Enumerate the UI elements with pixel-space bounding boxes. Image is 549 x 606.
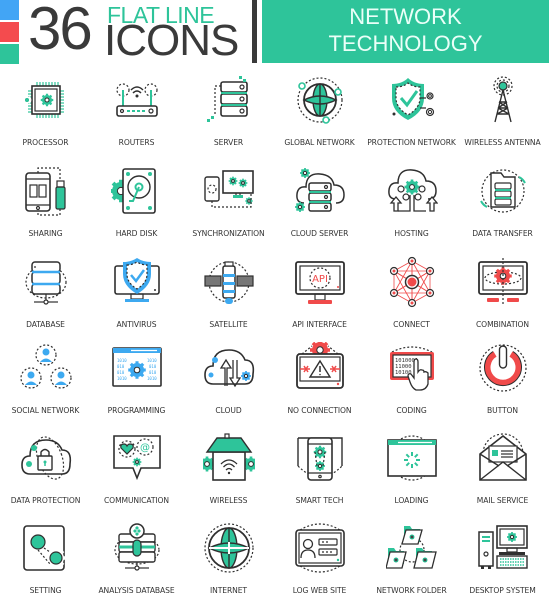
icon-tile: SYNCHRONIZATION — [183, 161, 274, 249]
icon-label: DATA PROTECTION — [0, 496, 97, 505]
icon-label: LOG WEB SITE — [268, 586, 371, 595]
icon-label: ROUTERS — [85, 138, 188, 147]
icon-tile: BUTTON — [457, 338, 548, 426]
icon-tile: DATA TRANSFER — [457, 161, 548, 249]
icon-label: DATABASE — [0, 320, 97, 329]
icon-tile: ANALYSIS DATABASE — [91, 518, 182, 606]
icon-label: DATA TRANSFER — [451, 229, 549, 238]
header-divider — [252, 0, 257, 63]
icon-label: PROTECTION NETWORK — [360, 138, 463, 147]
icon-tile: PROTECTION NETWORK — [366, 70, 457, 158]
icon-label: API INTERFACE — [268, 320, 371, 329]
icon-label: CODING — [360, 406, 463, 415]
icon-tile: LOG WEB SITE — [274, 518, 365, 606]
icon-label: PROCESSOR — [0, 138, 97, 147]
svg-text:010: 010 — [149, 370, 157, 375]
icon-label: NO CONNECTION — [268, 406, 371, 415]
icon-label: SERVER — [177, 138, 280, 147]
icon-label: ANTIVIRUS — [85, 320, 188, 329]
icon-tile: 1010010010101010100100101010PROGRAMMING — [91, 338, 182, 426]
icon-label: SOCIAL NETWORK — [0, 406, 97, 415]
icon-tile: ANTIVIRUS — [91, 252, 182, 340]
icon-label: DESKTOP SYSTEM — [451, 586, 549, 595]
title-banner: NETWORK TECHNOLOGY — [262, 0, 549, 63]
icon-tile: LOADING — [366, 428, 457, 516]
icon-label: SYNCHRONIZATION — [177, 229, 280, 238]
icon-tile: DATA PROTECTION — [0, 428, 91, 516]
icon-tile: NETWORK FOLDER — [366, 518, 457, 606]
icon-tile: CONNECT — [366, 252, 457, 340]
icon-label: BUTTON — [451, 406, 549, 415]
icon-label: MAIL SERVICE — [451, 496, 549, 505]
green-swatch — [0, 44, 19, 64]
icon-tile: SMART TECH — [274, 428, 365, 516]
icon-tile: SOCIAL NETWORK — [0, 338, 91, 426]
red-swatch — [0, 22, 19, 42]
icon-tile: CLOUD — [183, 338, 274, 426]
icon-label: GLOBAL NETWORK — [268, 138, 371, 147]
icon-tile: INTERNET — [183, 518, 274, 606]
icon-tile: APIAPI INTERFACE — [274, 252, 365, 340]
icon-label: HOSTING — [360, 229, 463, 238]
svg-text:010: 010 — [149, 364, 157, 369]
icon-label: COMMUNICATION — [85, 496, 188, 505]
icon-tile: PROCESSOR — [0, 70, 91, 158]
icon-label: SMART TECH — [268, 496, 371, 505]
icon-tile: WIRELESS ANTENNA — [457, 70, 548, 158]
icon-tile: SETTING — [0, 518, 91, 606]
icon-tile: GLOBAL NETWORK — [274, 70, 365, 158]
icon-tile: DATABASE — [0, 252, 91, 340]
icon-tile: WIRELESS — [183, 428, 274, 516]
svg-text:@: @ — [140, 443, 150, 454]
icon-label: PROGRAMMING — [85, 406, 188, 415]
subtitle-icons: ICONS — [104, 16, 238, 66]
svg-text:010: 010 — [117, 364, 125, 369]
banner-title-line2: TECHNOLOGY — [262, 30, 549, 58]
icon-label: WIRELESS — [177, 496, 280, 505]
svg-text:1010: 1010 — [117, 358, 127, 363]
icon-tile: SATELLITE — [183, 252, 274, 340]
icon-label: WIRELESS ANTENNA — [451, 138, 549, 147]
icon-tile: ROUTERS — [91, 70, 182, 158]
icon-tile: 10100011100010100CODING — [366, 338, 457, 426]
icon-tile: @COMMUNICATION — [91, 428, 182, 516]
icon-count: 36 — [28, 0, 91, 63]
icon-label: CLOUD SERVER — [268, 229, 371, 238]
icon-tile: HARD DISK — [91, 161, 182, 249]
icon-tile: COMBINATION — [457, 252, 548, 340]
icon-label: CONNECT — [360, 320, 463, 329]
svg-text:1010: 1010 — [147, 358, 157, 363]
icon-label: SATELLITE — [177, 320, 280, 329]
svg-text:1010: 1010 — [117, 376, 127, 381]
icon-label: INTERNET — [177, 586, 280, 595]
banner-title-line1: NETWORK — [262, 4, 549, 30]
svg-text:1010: 1010 — [147, 376, 157, 381]
icon-tile: DESKTOP SYSTEM — [457, 518, 548, 606]
icon-label: HARD DISK — [85, 229, 188, 238]
icon-label: CLOUD — [177, 406, 280, 415]
icon-label: LOADING — [360, 496, 463, 505]
svg-text:API: API — [312, 274, 328, 285]
icon-tile: SHARING — [0, 161, 91, 249]
header: 36 FLAT LINE ICONS NETWORK TECHNOLOGY — [0, 0, 549, 64]
icon-tile: CLOUD SERVER — [274, 161, 365, 249]
blue-swatch — [0, 0, 19, 20]
icon-label: SHARING — [0, 229, 97, 238]
icon-tile: NO CONNECTION — [274, 338, 365, 426]
icon-tile: MAIL SERVICE — [457, 428, 548, 516]
icon-label: SETTING — [0, 586, 97, 595]
icon-label: COMBINATION — [451, 320, 549, 329]
icon-label: NETWORK FOLDER — [360, 586, 463, 595]
icon-tile: SERVER — [183, 70, 274, 158]
icon-label: ANALYSIS DATABASE — [85, 586, 188, 595]
icon-tile: HOSTING — [366, 161, 457, 249]
svg-text:010: 010 — [117, 370, 125, 375]
